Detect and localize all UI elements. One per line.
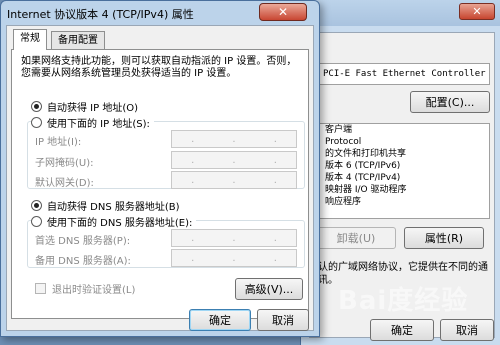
advanced-button[interactable]: 高级(V)...: [235, 278, 303, 300]
ipv4-properties-dialog: Internet 协议版本 4 (TCP/IPv4) 属性 ✕ 常规 备用配置 …: [0, 0, 320, 337]
subnet-mask-label: 子网掩码(U):: [35, 158, 94, 169]
components-list[interactable]: 客户端 Protocol 的文件和打印机共享 版本 6 (TCP/IPv6) 版…: [316, 123, 490, 219]
title-bar: ✕: [301, 0, 500, 26]
radio-auto-ip[interactable]: 自动获得 IP 地址(O): [31, 99, 138, 114]
intro-text: 如果网络支持此功能，则可以获取自动指派的 IP 设置。否则，您需要从网络系统管理…: [21, 56, 297, 79]
ip-address-input[interactable]: ...: [171, 130, 297, 148]
radio-label: 自动获得 IP 地址(O): [47, 103, 139, 114]
list-item[interactable]: Protocol: [317, 136, 489, 148]
close-button[interactable]: ✕: [459, 3, 495, 20]
checkbox-icon: [35, 283, 46, 294]
dialog-title: Internet 协议版本 4 (TCP/IPv4) 属性: [7, 8, 194, 21]
properties-button[interactable]: 属性(R): [404, 227, 484, 249]
list-item[interactable]: 版本 6 (TCP/IPv6): [317, 160, 489, 172]
tab-alternate-configuration[interactable]: 备用配置: [51, 31, 105, 49]
alternate-dns-input[interactable]: ...: [171, 249, 297, 267]
preferred-dns-input[interactable]: ...: [171, 229, 297, 247]
ok-button[interactable]: 确定: [189, 309, 251, 331]
radio-unselected-icon: [31, 216, 42, 227]
radio-label: 自动获得 DNS 服务器地址(B): [47, 202, 180, 213]
checkbox-label: 退出时验证设置(L): [52, 285, 136, 296]
radio-selected-icon: [31, 200, 42, 211]
ok-button[interactable]: 确定: [370, 319, 434, 341]
radio-selected-icon: [31, 101, 42, 112]
dialog-body: 常规 备用配置 如果网络支持此功能，则可以获取自动指派的 IP 设置。否则，您需…: [6, 25, 314, 331]
list-item[interactable]: 的文件和打印机共享: [317, 148, 489, 160]
validate-settings-checkbox[interactable]: 退出时验证设置(L): [35, 281, 135, 296]
radio-label: 使用下面的 DNS 服务器地址(E):: [47, 218, 193, 229]
radio-unselected-icon: [31, 117, 42, 128]
radio-manual-ip[interactable]: 使用下面的 IP 地址(S):: [31, 115, 154, 130]
alternate-dns-label: 备用 DNS 服务器(A):: [35, 256, 131, 267]
list-item[interactable]: 版本 4 (TCP/IPv4): [317, 172, 489, 184]
list-item[interactable]: 客户端: [317, 124, 489, 136]
preferred-dns-label: 首选 DNS 服务器(P):: [35, 236, 131, 247]
uninstall-button[interactable]: 卸载(U): [316, 227, 396, 249]
subnet-mask-input[interactable]: ...: [171, 151, 297, 169]
radio-auto-dns[interactable]: 自动获得 DNS 服务器地址(B): [31, 198, 180, 213]
default-gateway-label: 默认网关(D):: [35, 178, 94, 189]
radio-label: 使用下面的 IP 地址(S):: [47, 119, 150, 130]
baidu-jingyan-watermark: Bai度经验: [338, 286, 469, 316]
configure-button[interactable]: 配置(C)...: [410, 91, 490, 113]
adapter-name-field: PCI-E Fast Ethernet Controller: [316, 63, 490, 85]
radio-manual-dns[interactable]: 使用下面的 DNS 服务器地址(E):: [31, 214, 197, 229]
list-item[interactable]: 映射器 I/O 驱动程序: [317, 184, 489, 196]
close-icon[interactable]: ✕: [259, 3, 307, 21]
cancel-button[interactable]: 取消: [257, 309, 309, 331]
list-item[interactable]: 响应程序: [317, 196, 489, 208]
cancel-button[interactable]: 取消: [440, 319, 494, 341]
default-gateway-input[interactable]: ...: [171, 171, 297, 189]
tab-general[interactable]: 常规: [13, 29, 47, 50]
ip-address-label: IP 地址(I):: [35, 137, 82, 148]
